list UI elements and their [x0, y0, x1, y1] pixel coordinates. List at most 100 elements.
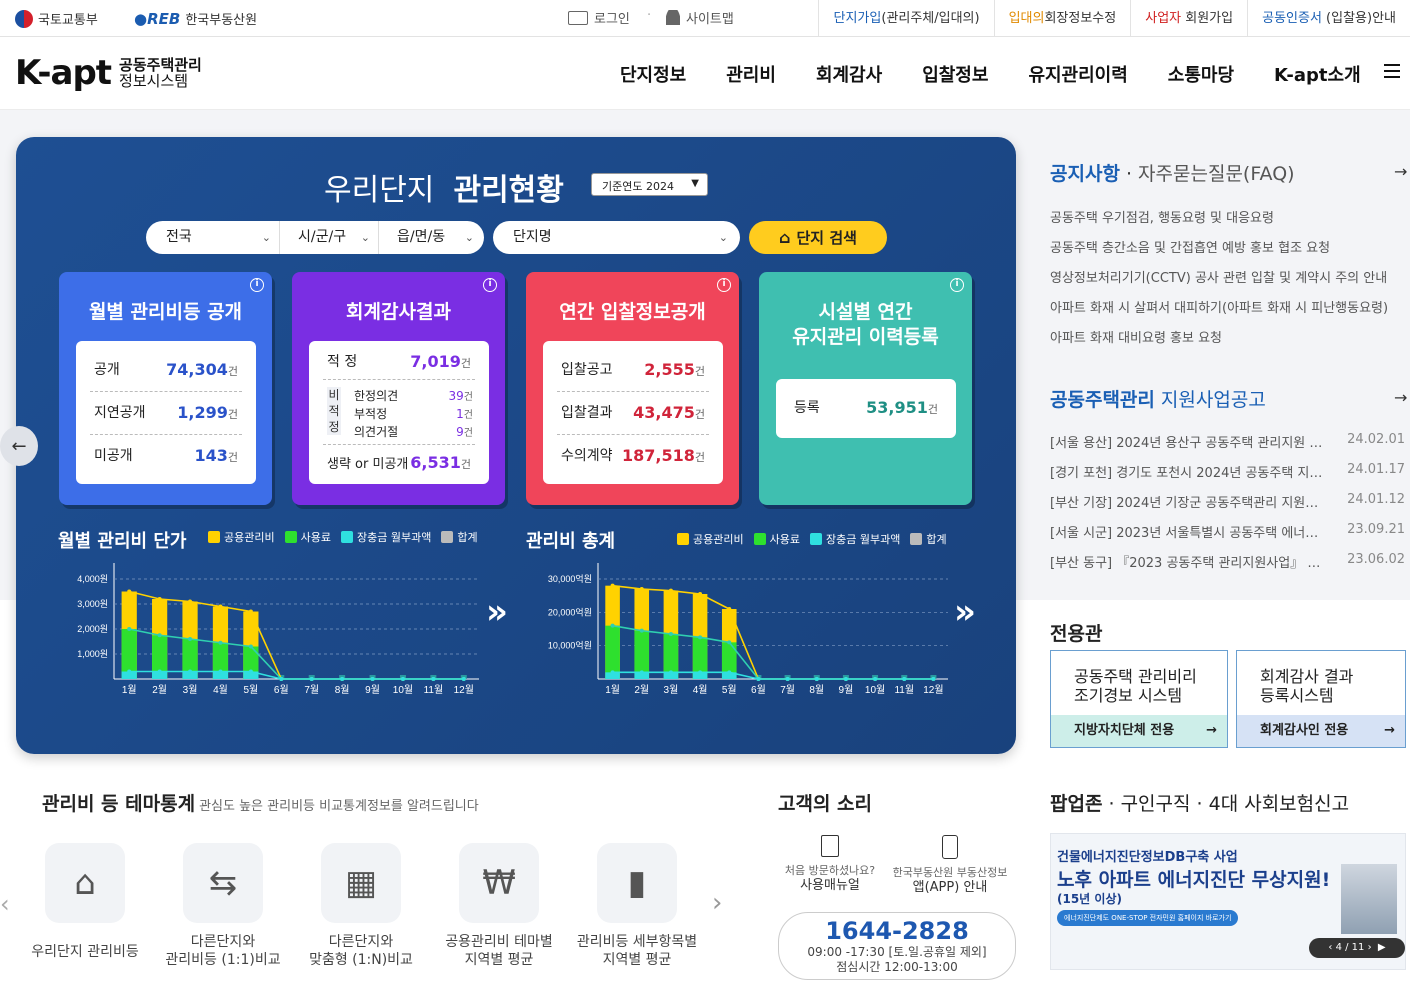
more-arrow-icon[interactable]: → [1394, 162, 1407, 181]
support-item[interactable]: [서울 용산] 2024년 용산구 공동주택 관리지원 … 24.02.01 [1050, 432, 1405, 451]
support-item-title: [서울 용산] 2024년 용산구 공동주택 관리지원 … [1050, 436, 1323, 451]
chevron-right-icon[interactable]: › [712, 888, 722, 918]
support-item[interactable]: [부산 동구] 『2023 공동주택 관리지원사업』 … 23.06.02 [1050, 552, 1405, 571]
voice-title: 고객의 소리 [778, 793, 873, 815]
sigungu-select[interactable]: 시/군/구 ⌄ [279, 221, 378, 254]
chevron-double-right-icon[interactable]: » [486, 592, 508, 632]
nav-item[interactable]: 입찰정보 [902, 61, 1008, 87]
info-icon[interactable]: i [950, 278, 964, 292]
person-icon [666, 10, 680, 25]
top-link[interactable]: 공동인증서 (입찰용)안내 [1247, 0, 1410, 37]
sub-number: 9 [456, 425, 464, 439]
card-audit[interactable]: i 회계감사결과 적 정 7,019건 비적정 한정의견 39건 부적정 1건 의견거… [292, 272, 505, 505]
tab-notice[interactable]: 공지사항 [1050, 163, 1120, 185]
danji-search-button[interactable]: ⌂ 단지 검색 [749, 221, 887, 254]
popup-title-rest: · 구인구직 · 4대 사회보험신고 [1102, 793, 1350, 815]
sitemap-link[interactable]: 사이트맵 [666, 8, 734, 27]
top-links: 단지가입(관리주체/입대의) 입대의회장정보수정 사업자 회원가입 공동인증서 (입찰… [818, 0, 1410, 37]
banner-link[interactable]: 에너지진단제도 ONE-STOP 전자민원 홈페이지 바로가기 [1057, 910, 1239, 926]
molit-logo[interactable]: 국토교통부 [15, 9, 98, 28]
prev-arrow-icon[interactable]: ← [0, 426, 38, 466]
info-icon[interactable]: i [717, 278, 731, 292]
theme-item-label[interactable]: 관리비등 세부항목별 지역별 평균 [567, 933, 707, 969]
data-point [340, 677, 345, 681]
card-bid[interactable]: i 연간 입찰정보공개 입찰공고 2,555건 입찰결과 43,475건 수의계약 1… [526, 272, 739, 505]
region-selects: 전국 ⌄ 시/군/구 ⌄ 읍/면/동 ⌄ [146, 221, 484, 254]
support-item[interactable]: [경기 포천] 경기도 포천시 2024년 공동주택 지… 24.01.17 [1050, 462, 1405, 481]
eupmyeondong-select[interactable]: 읍/면/동 ⌄ [378, 221, 482, 254]
support-item[interactable]: [서울 시군] 2023년 서울특별시 공동주택 에너… 23.09.21 [1050, 522, 1405, 541]
house-compare-icon[interactable]: ⇆ [183, 843, 263, 923]
manual-link[interactable]: 처음 방문하셨나요? 사용매뉴얼 [770, 835, 890, 893]
login-link[interactable]: 로그인 [568, 8, 630, 27]
tab-faq[interactable]: 자주묻는질문(FAQ) [1138, 163, 1295, 185]
stat-row: 공개 74,304건 [94, 359, 238, 379]
notice-item[interactable]: 아파트 화재 시 살펴서 대피하기(아파트 화재 시 피난행동요령) [1050, 297, 1388, 316]
x-tick-label: 3월 [183, 684, 198, 696]
data-point [157, 669, 162, 674]
nav-item[interactable]: K-apt소개 [1254, 61, 1381, 87]
reb-logo[interactable]: ●REB 한국부동산원 [134, 9, 257, 29]
legend-item[interactable]: 합계 [910, 531, 947, 547]
site-logo[interactable]: K-apt 공동주택관리 정보시스템 [15, 53, 202, 93]
legend-item[interactable]: 합계 [441, 529, 478, 545]
year-select[interactable]: 기준연도 2024 ▼ [591, 173, 708, 196]
popup-banner[interactable]: 건물에너지진단정보DB구축 사업 노후 아파트 에너지진단 무상지원! (15년… [1050, 833, 1406, 970]
card-monthly-fee[interactable]: i 월별 관리비등 공개 공개 74,304건 지연공개 1,299건 미공개 143… [59, 272, 272, 505]
danji-select[interactable]: 단지명 ⌄ [493, 221, 740, 254]
data-point [431, 677, 436, 681]
stat-label: 지연공개 [94, 405, 146, 421]
map-chart-icon[interactable]: ▮ [597, 843, 677, 923]
top-link[interactable]: 단지가입(관리주체/입대의) [818, 0, 993, 37]
banner-pager[interactable]: ‹ 4 / 11 › ▶ [1309, 938, 1405, 958]
legend-item[interactable]: 사용료 [284, 529, 331, 545]
menu-hamburger-icon[interactable] [1384, 64, 1400, 82]
info-icon[interactable]: i [483, 278, 497, 292]
chevron-double-right-icon[interactable]: » [954, 592, 976, 632]
house-coins-icon[interactable]: ⌂ [45, 843, 125, 923]
app-link[interactable]: 한국부동산원 부동산정보 앱(APP) 안내 [890, 835, 1010, 895]
legend-item[interactable]: 장충금 월부과액 [340, 529, 431, 545]
card-maintenance[interactable]: i 시설별 연간 유지관리 이력등록 등록 53,951건 [759, 272, 972, 505]
notice-item[interactable]: 영상정보처리기기(CCTV) 공사 관련 입찰 및 계약시 주의 안내 [1050, 267, 1387, 286]
sido-select[interactable]: 전국 ⌄ [146, 221, 279, 254]
x-tick-label: 12월 [454, 684, 474, 696]
nav-item[interactable]: 소통마당 [1148, 61, 1254, 87]
audit-register-box[interactable]: 회계감사 결과 등록시스템 회계감사인 전용 → [1236, 650, 1406, 748]
x-tick-label: 11월 [894, 684, 914, 696]
nav-item[interactable]: 단지정보 [600, 61, 706, 87]
legend-item[interactable]: 공용관리비 [677, 531, 744, 547]
notice-item[interactable]: 아파트 화재 대비요령 홍보 요청 [1050, 327, 1222, 346]
theme-item-label[interactable]: 다른단지와 맞춤형 (1:N)비교 [291, 933, 431, 969]
notice-item[interactable]: 공동주택 층간소음 및 간접흡연 예방 홍보 협조 요청 [1050, 237, 1330, 256]
map-won-icon[interactable]: ₩ [459, 843, 539, 923]
support-title[interactable]: 공동주택관리 지원사업공고 [1050, 385, 1266, 412]
early-warning-box[interactable]: 공동주택 관리비리 조기경보 시스템 지방자치단체 전용 → [1050, 650, 1228, 748]
nav-item[interactable]: 관리비 [706, 61, 796, 87]
legend-item[interactable]: 공용관리비 [208, 529, 275, 545]
top-link[interactable]: 사업자 회원가입 [1130, 0, 1247, 37]
data-point [218, 604, 223, 609]
info-icon[interactable]: i [250, 278, 264, 292]
nav-item[interactable]: 유지관리이력 [1008, 61, 1147, 87]
top-link[interactable]: 입대의회장정보수정 [993, 0, 1131, 37]
theme-item-label[interactable]: 공용관리비 테마별 지역별 평균 [429, 933, 569, 969]
theme-item-label[interactable]: 우리단지 관리비등 [15, 943, 155, 961]
nav-item[interactable]: 회계감사 [796, 61, 902, 87]
main-nav: 단지정보 관리비 회계감사 입찰정보 유지관리이력 소통마당 K-apt소개 [600, 61, 1381, 87]
stat-row: 수의계약 187,518건 [561, 445, 705, 465]
stat-value: 74,304건 [166, 360, 238, 379]
stat-value: 2,555건 [644, 360, 705, 379]
legend-item[interactable]: 사용료 [753, 531, 800, 547]
more-arrow-icon[interactable]: → [1394, 388, 1407, 407]
theme-item-label[interactable]: 다른단지와 관리비등 (1:1)비교 [153, 933, 293, 969]
data-point [639, 587, 644, 591]
legend-item[interactable]: 장충금 월부과액 [809, 531, 900, 547]
box-footer-label: 지방자치단체 전용 [1074, 723, 1175, 738]
notice-item[interactable]: 공동주택 우기점검, 행동요령 및 대응요령 [1050, 207, 1274, 226]
support-item[interactable]: [부산 기장] 2024년 기장군 공동주택관리 지원… 24.01.12 [1050, 492, 1405, 511]
sub-row: 한정의견 39건 [354, 388, 473, 406]
buildings-compare-icon[interactable]: ▦ [321, 843, 401, 923]
chevron-left-icon[interactable]: ‹ [0, 890, 10, 918]
x-tick-label: 8월 [809, 684, 824, 696]
